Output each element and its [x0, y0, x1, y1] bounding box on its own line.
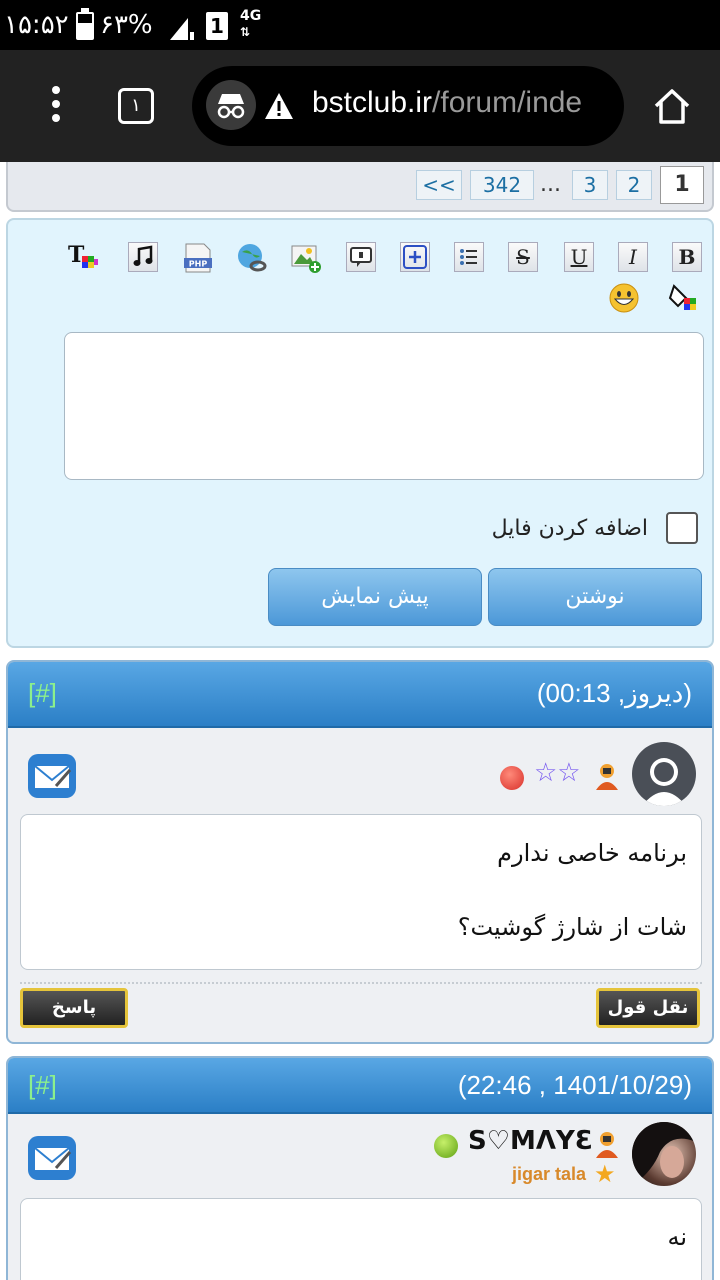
reply-form: B I U S PHP T اضافه کردن فایل نوشتن پیش … [6, 218, 714, 648]
avatar[interactable] [632, 742, 696, 806]
user-icon [596, 1132, 618, 1158]
user-icon [596, 764, 618, 790]
rank-stars: ☆☆ [534, 758, 581, 788]
page-link-3[interactable]: 3 [572, 170, 608, 200]
list-icon [460, 249, 477, 265]
comment-icon [350, 247, 372, 267]
status-bar: ۱۵:۵۲ ۶۳% 1 4G ⇅ [0, 0, 720, 50]
page-prev-link[interactable]: << [416, 170, 462, 200]
default-avatar-icon [642, 758, 686, 806]
network-type: 4G ⇅ [240, 8, 261, 40]
offline-status-dot [500, 766, 524, 790]
music-button[interactable] [128, 242, 158, 272]
preview-button[interactable]: پیش نمایش [268, 568, 482, 626]
username[interactable]: S♡MΛYƐ [468, 1126, 593, 1156]
plus-box-icon [403, 245, 427, 269]
strike-button[interactable]: S [508, 242, 538, 272]
underline-button[interactable]: U [564, 242, 594, 272]
browser-toolbar: ۱ bstclub.ir/forum/inde [0, 50, 720, 162]
list-button[interactable] [454, 242, 484, 272]
url-host: bstclub.ir [312, 86, 433, 119]
warning-icon[interactable] [264, 92, 294, 120]
signal-icon [170, 18, 194, 40]
italic-button[interactable]: I [618, 242, 648, 272]
quote-button[interactable] [346, 242, 376, 272]
background-color-icon[interactable] [668, 282, 700, 314]
page-last-link[interactable]: 342 [470, 170, 534, 200]
post-header: (دیروز, 00:13) [#] [8, 662, 712, 728]
submit-button[interactable]: نوشتن [488, 568, 702, 626]
battery-percent: ۶۳% [100, 10, 153, 40]
divider [20, 982, 702, 984]
bold-button[interactable]: B [672, 242, 702, 272]
address-bar[interactable]: bstclub.ir/forum/inde [192, 66, 624, 146]
attach-file-checkbox[interactable] [666, 512, 698, 544]
page-ellipsis: ... [540, 172, 561, 197]
sim-badge: 1 [206, 12, 228, 40]
home-icon[interactable] [652, 86, 692, 126]
post: (دیروز, 00:13) [#] ☆☆ برنامه خاصی ندارم … [6, 660, 714, 1044]
post-text-line: نه [667, 1223, 687, 1251]
mail-icon[interactable] [26, 1132, 78, 1184]
post-body: برنامه خاصی ندارم شات از شارژ گوشیت؟ [20, 814, 702, 970]
image-icon[interactable] [290, 242, 322, 274]
attach-file-label: اضافه کردن فایل [491, 516, 648, 541]
svg-text:PHP: PHP [189, 260, 208, 269]
post-permalink[interactable]: [#] [28, 1070, 57, 1101]
url-path: /forum/inde [432, 86, 583, 119]
link-icon[interactable] [236, 242, 268, 274]
incognito-icon[interactable] [206, 80, 256, 130]
post-text-line: شات از شارژ گوشیت؟ [457, 913, 687, 941]
tab-switcher-button[interactable]: ۱ [118, 88, 154, 124]
page-current: 1 [660, 166, 704, 204]
battery-icon [76, 8, 94, 40]
php-icon[interactable]: PHP [182, 242, 214, 274]
menu-icon[interactable] [46, 86, 66, 126]
post-header: (22:46 , 1401/10/29) [#] [8, 1058, 712, 1114]
pagination: << 342 ... 3 2 1 [6, 162, 714, 212]
user-title: jigar tala [512, 1164, 587, 1184]
online-status-dot [434, 1134, 458, 1158]
smiley-icon[interactable] [608, 282, 640, 314]
status-time: ۱۵:۵۲ [4, 10, 69, 40]
reply-button[interactable]: پاسخ [20, 988, 128, 1028]
expand-button[interactable] [400, 242, 430, 272]
user-photo [632, 1122, 696, 1186]
text-color-icon[interactable]: T [68, 242, 100, 274]
network-label: 4G [240, 8, 262, 24]
post-permalink[interactable]: [#] [28, 678, 57, 709]
mail-icon[interactable] [26, 750, 78, 802]
post-date: (22:46 , 1401/10/29) [457, 1070, 692, 1100]
post-body: نه [20, 1198, 702, 1280]
page-link-2[interactable]: 2 [616, 170, 652, 200]
music-icon [133, 245, 153, 266]
data-arrows-icon: ⇅ [240, 25, 251, 39]
post-date: (دیروز, 00:13) [536, 678, 692, 708]
quote-reply-button[interactable]: نقل قول [596, 988, 700, 1028]
post: (22:46 , 1401/10/29) [#] S♡MΛYƐ jigar ta… [6, 1056, 714, 1280]
message-textarea[interactable] [64, 332, 704, 480]
star-icon: ★ [594, 1160, 616, 1188]
avatar[interactable] [632, 1122, 696, 1186]
url-text[interactable]: bstclub.ir/forum/inde [312, 86, 582, 120]
post-text-line: برنامه خاصی ندارم [497, 839, 687, 867]
